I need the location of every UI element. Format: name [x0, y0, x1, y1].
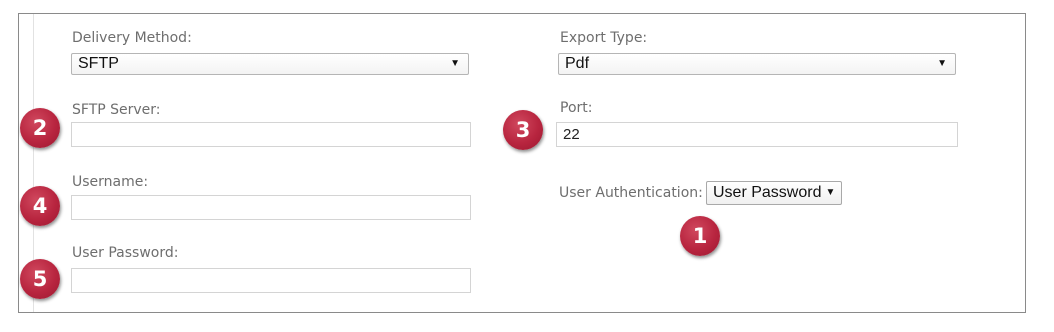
user-authentication-select[interactable]: User Password ▼: [706, 181, 843, 205]
export-type-label: Export Type:: [560, 30, 648, 46]
port-input[interactable]: 22: [556, 122, 958, 147]
username-label: Username:: [72, 174, 149, 190]
sftp-server-input[interactable]: [71, 122, 471, 147]
export-type-value: Pdf: [565, 55, 590, 72]
delivery-method-select[interactable]: SFTP ▼: [71, 53, 469, 75]
delivery-method-label: Delivery Method:: [72, 30, 192, 46]
user-authentication-label: User Authentication:: [559, 185, 703, 201]
callout-badge-4: 4: [20, 186, 60, 226]
username-input[interactable]: [71, 195, 471, 220]
callout-badge-1: 1: [680, 216, 720, 256]
delivery-method-value: SFTP: [78, 55, 119, 72]
dropdown-arrow-icon: ▼: [937, 58, 947, 69]
user-authentication-value: User Password: [713, 184, 822, 201]
port-label: Port:: [560, 100, 593, 116]
sftp-server-label: SFTP Server:: [72, 102, 161, 118]
user-password-label: User Password:: [72, 245, 179, 261]
callout-badge-3: 3: [503, 110, 543, 150]
user-password-input[interactable]: [71, 268, 471, 293]
callout-badge-2: 2: [20, 108, 60, 148]
callout-badge-5: 5: [20, 259, 60, 299]
dropdown-arrow-icon: ▼: [450, 58, 460, 69]
dropdown-arrow-icon: ▼: [825, 187, 836, 198]
export-type-select[interactable]: Pdf ▼: [558, 53, 956, 75]
